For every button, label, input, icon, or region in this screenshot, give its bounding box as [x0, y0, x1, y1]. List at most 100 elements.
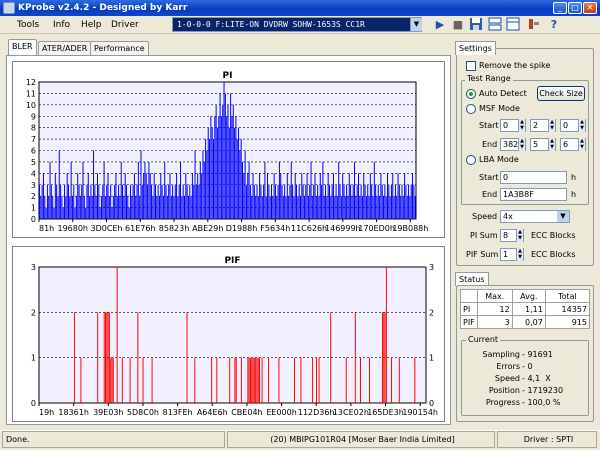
pif-sum-field[interactable]: 1 ▲ ▼: [500, 248, 524, 261]
spinner-icon[interactable]: ▲ ▼: [518, 119, 525, 132]
bar: [256, 184, 258, 219]
bar: [356, 184, 358, 219]
pi-chart: PI012345678910111281h 19680h 3D0CEh 61E76h 8…: [26, 71, 429, 233]
maximize-button[interactable]: □: [568, 2, 582, 14]
drive-select[interactable]: 1-0-0-0 F:LITE-ON DVDRW SOHW-1653S CC1R: [172, 17, 422, 32]
bar: [368, 196, 370, 219]
spinner-icon[interactable]: ▲ ▼: [578, 138, 585, 151]
x-tick-label: 39E03h: [93, 408, 123, 417]
y-tick-label: 3: [31, 181, 36, 190]
bar: [116, 196, 118, 219]
msf-end-sec-field[interactable]: 5 ▲ ▼: [530, 138, 556, 151]
msf-start-label: Start: [479, 121, 499, 130]
bar: [176, 173, 178, 219]
remove-spike-checkbox[interactable]: [466, 61, 476, 71]
bar: [81, 184, 83, 219]
list-item: Position - 1719230: [464, 385, 586, 397]
bar: [194, 150, 196, 219]
pi-sum-field[interactable]: 8 ▲ ▼: [500, 229, 524, 242]
save-icon[interactable]: [468, 17, 484, 33]
spinner-icon[interactable]: ▲ ▼: [516, 229, 523, 242]
bar: [306, 173, 308, 219]
bar: [211, 357, 213, 403]
app-icon[interactable]: [3, 2, 15, 14]
bar: [58, 150, 60, 219]
menu-driver[interactable]: Driver: [111, 18, 139, 32]
play-icon[interactable]: ▶: [432, 17, 448, 33]
tab-bler[interactable]: BLER: [8, 39, 37, 56]
settings-tab[interactable]: Settings: [455, 41, 496, 55]
table-row: PI 12 1,11 14357: [460, 302, 591, 316]
bar: [42, 173, 44, 219]
menu-info[interactable]: Info: [53, 18, 70, 32]
spinner-icon[interactable]: ▲ ▼: [548, 119, 555, 132]
bar: [313, 184, 315, 219]
close-button[interactable]: ✕: [583, 2, 597, 14]
spinner-icon[interactable]: ▲ ▼: [518, 138, 525, 151]
bar: [226, 116, 228, 219]
bar: [242, 161, 243, 219]
dual-graph-icon[interactable]: [487, 17, 503, 33]
msf-end-min-field[interactable]: 382 ▲ ▼: [500, 138, 526, 151]
tab-ater-ader[interactable]: ATER/ADER: [38, 41, 92, 55]
settings-icon[interactable]: [526, 17, 542, 33]
bar: [268, 184, 270, 219]
bar: [162, 196, 164, 219]
single-graph-icon[interactable]: [505, 17, 521, 33]
msf-mode-radio[interactable]: [466, 104, 476, 114]
bar: [137, 161, 139, 219]
bar: [41, 184, 43, 219]
bar: [345, 357, 347, 403]
bar: [376, 196, 378, 219]
list-item: Speed - 4,1 X: [464, 373, 586, 385]
chevron-down-icon[interactable]: ▼: [410, 18, 422, 31]
msf-start-min-field[interactable]: 0 ▲ ▼: [500, 119, 526, 132]
lba-end-field[interactable]: 1A3B8F: [500, 188, 567, 201]
bar: [161, 184, 163, 219]
status-tab[interactable]: Status: [455, 272, 489, 286]
bar: [255, 357, 257, 403]
lba-mode-radio[interactable]: [466, 155, 476, 165]
bar: [315, 357, 317, 403]
row-label: PI: [460, 302, 478, 316]
tab-performance[interactable]: Performance: [90, 41, 149, 55]
bar: [199, 161, 201, 219]
help-icon[interactable]: ?: [546, 17, 562, 33]
status-middle: (20) MBIPG101R04 [Moser Baer India Limit…: [227, 431, 495, 448]
bar: [193, 184, 195, 219]
bar: [107, 312, 109, 403]
bar: [384, 184, 386, 219]
bar: [71, 196, 73, 219]
pif-total-value: 915: [544, 315, 591, 329]
bar: [229, 357, 231, 403]
bar: [248, 357, 250, 403]
spinner-icon[interactable]: ▲ ▼: [548, 138, 555, 151]
bar: [90, 184, 92, 219]
bar: [322, 161, 324, 219]
y-tick-label: 2: [31, 192, 36, 201]
bar: [338, 161, 340, 219]
msf-start-sec-field[interactable]: 2 ▲ ▼: [530, 119, 556, 132]
bar: [253, 357, 255, 403]
x-tick-label: 81h: [39, 224, 54, 233]
check-size-button[interactable]: Check Size: [537, 86, 585, 101]
spinner-icon[interactable]: ▲ ▼: [578, 119, 585, 132]
bar: [56, 184, 58, 219]
bar: [259, 173, 261, 219]
lba-start-field[interactable]: 0: [500, 171, 567, 184]
auto-detect-radio[interactable]: [466, 89, 476, 99]
msf-end-frame-field[interactable]: 6 ▲ ▼: [560, 138, 586, 151]
stop-icon[interactable]: ■: [450, 17, 466, 33]
bar: [44, 196, 46, 219]
minimize-button[interactable]: _: [553, 2, 567, 14]
menu-tools[interactable]: Tools: [17, 18, 39, 32]
bar: [129, 357, 131, 403]
y-tick-label: 8: [31, 124, 36, 133]
menu-help[interactable]: Help: [81, 18, 102, 32]
bar: [102, 184, 104, 219]
msf-start-frame-field[interactable]: 0 ▲ ▼: [560, 119, 586, 132]
bar: [205, 139, 207, 219]
chevron-down-icon[interactable]: ▼: [557, 211, 569, 222]
bar: [276, 196, 278, 219]
spinner-icon[interactable]: ▲ ▼: [516, 248, 523, 261]
